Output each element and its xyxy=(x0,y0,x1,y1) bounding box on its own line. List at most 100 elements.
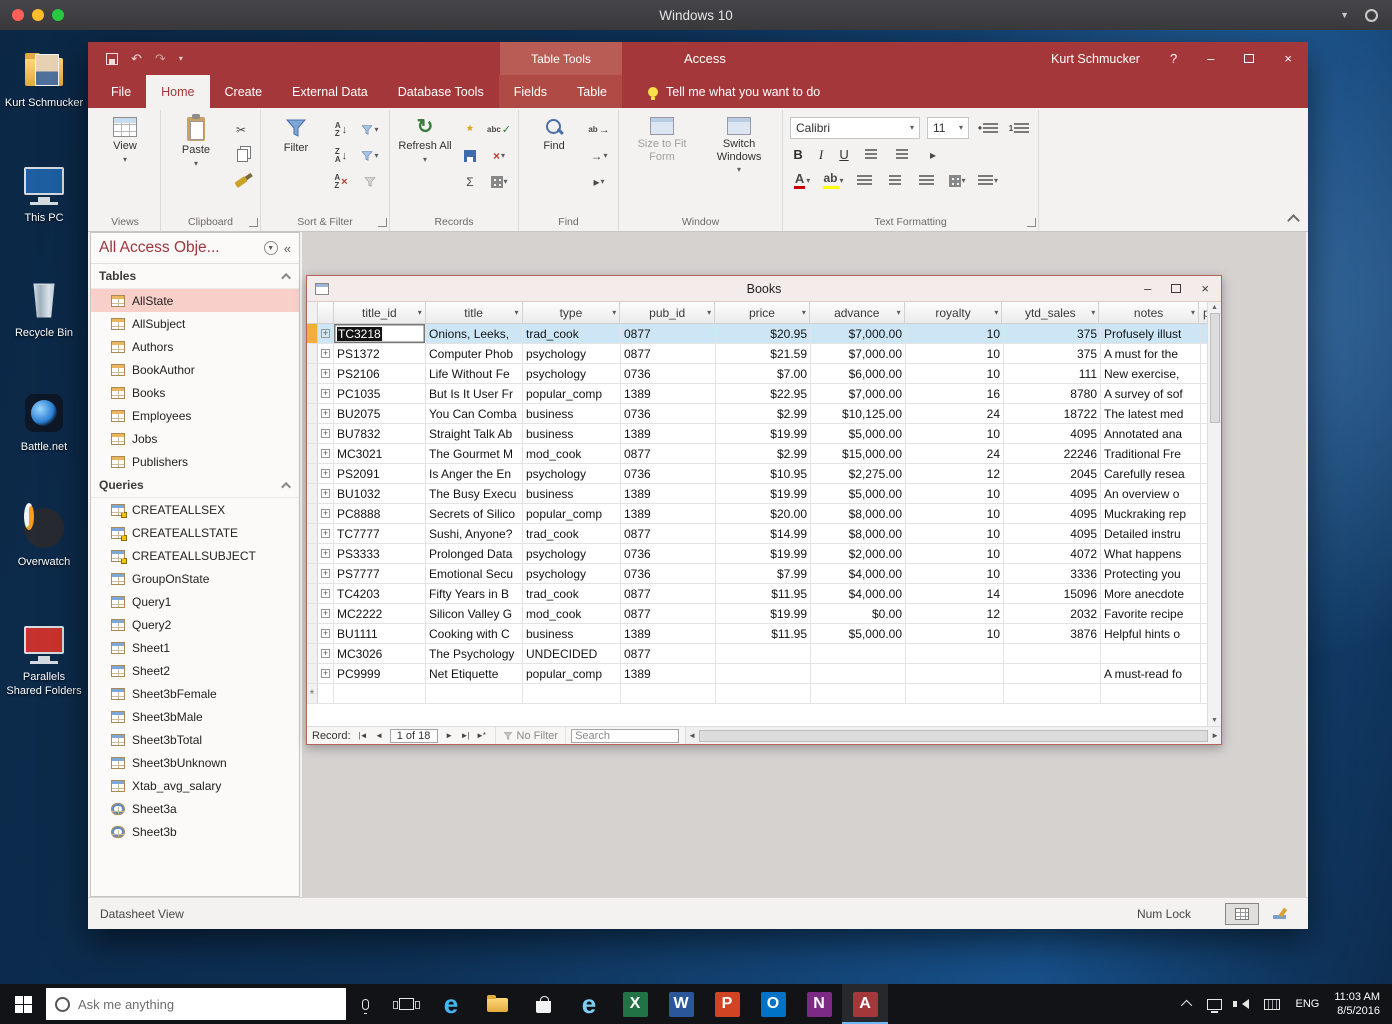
minimize-icon[interactable]: – xyxy=(1144,281,1151,296)
cell-pub-id[interactable]: 0736 xyxy=(621,544,716,563)
column-header-title-id[interactable]: title_id▾ xyxy=(334,302,426,323)
taskbar-app-button[interactable]: X xyxy=(612,984,658,1024)
expand-subdatasheet[interactable]: + xyxy=(318,664,334,683)
cell-title-id[interactable]: PC8888 xyxy=(334,504,426,523)
taskbar-app-button[interactable]: O xyxy=(750,984,796,1024)
cell-ytd-sales[interactable]: 4095 xyxy=(1004,424,1101,443)
cell-title-id[interactable]: TC4203 xyxy=(334,584,426,603)
cell-notes[interactable]: The latest med xyxy=(1101,404,1201,423)
cell-type[interactable]: trad_cook xyxy=(523,584,621,603)
cell-title[interactable]: Is Anger the En xyxy=(426,464,523,483)
font-color-button[interactable]: A▾ xyxy=(790,170,814,191)
expand-subdatasheet[interactable]: + xyxy=(318,364,334,383)
close-icon[interactable]: × xyxy=(1284,52,1292,65)
nav-query-item[interactable]: Sheet1 xyxy=(91,636,299,659)
cell-title[interactable]: The Psychology xyxy=(426,644,523,663)
table-row[interactable]: + PC9999 Net Etiquette popular_comp 1389… xyxy=(307,664,1207,684)
underline-button[interactable]: U xyxy=(836,144,852,165)
nav-query-item[interactable]: GroupOnState xyxy=(91,567,299,590)
goto-button[interactable]: →▾ xyxy=(587,145,611,166)
cell-advance[interactable] xyxy=(811,644,906,663)
record-selector[interactable] xyxy=(307,424,318,443)
nav-query-item[interactable]: Sheet3bTotal xyxy=(91,728,299,751)
record-selector[interactable] xyxy=(307,324,318,343)
hidden-icons-chevron[interactable] xyxy=(1181,1000,1192,1011)
cell-pub-id[interactable]: 0736 xyxy=(621,364,716,383)
cell-title-id[interactable]: BU2075 xyxy=(334,404,426,423)
cell-ytd-sales[interactable]: 4095 xyxy=(1004,524,1101,543)
cell-ytd-sales[interactable]: 18722 xyxy=(1004,404,1101,423)
cell-price[interactable]: $11.95 xyxy=(716,584,811,603)
new-record-button[interactable]: * xyxy=(458,119,482,140)
cell-title-id[interactable]: BU1032 xyxy=(334,484,426,503)
cell-notes[interactable]: More anecdote xyxy=(1101,584,1201,603)
dialog-launcher-icon[interactable] xyxy=(1027,218,1036,227)
cell-type[interactable]: psychology xyxy=(523,344,621,363)
cell-ytd-sales[interactable]: 8780 xyxy=(1004,384,1101,403)
nav-query-item[interactable]: Query1 xyxy=(91,590,299,613)
filter-status-button[interactable]: No Filter xyxy=(495,727,567,744)
cell-type[interactable]: popular_comp xyxy=(523,504,621,523)
nav-query-item[interactable]: Sheet3a xyxy=(91,797,299,820)
cell-pub-id[interactable]: 1389 xyxy=(621,624,716,643)
record-position[interactable]: 1 of 18 xyxy=(390,729,438,743)
cell-notes[interactable]: Detailed instru xyxy=(1101,524,1201,543)
cut-button[interactable]: ✂ xyxy=(229,119,253,140)
cell-royalty[interactable]: 10 xyxy=(906,364,1004,383)
cell-title-id[interactable]: PC9999 xyxy=(334,664,426,683)
maximize-icon[interactable] xyxy=(1171,284,1181,293)
cell-pub-id[interactable]: 0877 xyxy=(621,444,716,463)
books-titlebar[interactable]: Books – × xyxy=(307,276,1221,302)
cell-title-id[interactable]: MC3026 xyxy=(334,644,426,663)
cell-pub-id[interactable]: 0877 xyxy=(621,644,716,663)
cell-price[interactable]: $22.95 xyxy=(716,384,811,403)
taskbar-app-button[interactable]: P xyxy=(704,984,750,1024)
start-button[interactable] xyxy=(0,984,46,1024)
cell-price[interactable] xyxy=(716,644,811,663)
filter-button[interactable]: Filter xyxy=(268,112,324,155)
desktop-icon[interactable]: Kurt Schmucker xyxy=(4,48,84,111)
mac-minimize-button[interactable] xyxy=(32,9,44,21)
highlight-color-button[interactable]: ab▾ xyxy=(821,170,845,191)
cell-advance[interactable]: $8,000.00 xyxy=(811,524,906,543)
nav-query-item[interactable]: Sheet3bFemale xyxy=(91,682,299,705)
cell-type[interactable]: popular_comp xyxy=(523,664,621,683)
record-selector[interactable] xyxy=(307,644,318,663)
ribbon-tab[interactable]: Fields xyxy=(499,75,562,108)
record-selector[interactable] xyxy=(307,444,318,463)
cell-notes[interactable]: A survey of sof xyxy=(1101,384,1201,403)
cell-ytd-sales[interactable]: 3336 xyxy=(1004,564,1101,583)
cell-notes[interactable]: Muckraking rep xyxy=(1101,504,1201,523)
cell-advance[interactable]: $5,000.00 xyxy=(811,624,906,643)
table-row[interactable]: + MC2222 Silicon Valley G mod_cook 0877 … xyxy=(307,604,1207,624)
qat-customize-icon[interactable]: ▾ xyxy=(179,54,183,63)
cell-royalty[interactable]: 12 xyxy=(906,604,1004,623)
cell-royalty[interactable]: 10 xyxy=(906,524,1004,543)
sort-descending-button[interactable]: ZA↓ xyxy=(329,145,353,166)
table-row[interactable]: + PS3333 Prolonged Data psychology 0736 … xyxy=(307,544,1207,564)
nav-query-item[interactable]: CREATEALLSTATE xyxy=(91,521,299,544)
touch-keyboard-icon[interactable] xyxy=(1264,999,1280,1010)
copy-button[interactable] xyxy=(229,145,253,166)
save-record-button[interactable] xyxy=(458,145,482,166)
first-record-button[interactable]: |◄ xyxy=(355,729,371,743)
cell-price[interactable]: $10.95 xyxy=(716,464,811,483)
cell-title-id[interactable]: BU1111 xyxy=(334,624,426,643)
cell-type[interactable]: business xyxy=(523,424,621,443)
dialog-launcher-icon[interactable] xyxy=(249,218,258,227)
column-header-type[interactable]: type▾ xyxy=(523,302,621,323)
gridlines-button[interactable]: ▾ xyxy=(945,170,969,191)
sort-ascending-button[interactable]: AZ↓ xyxy=(329,119,353,140)
cell-title-id[interactable]: MC3021 xyxy=(334,444,426,463)
cell-pub-id[interactable]: 0736 xyxy=(621,464,716,483)
minimize-icon[interactable]: – xyxy=(1207,52,1214,65)
table-row[interactable]: + MC3026 The Psychology UNDECIDED 0877 xyxy=(307,644,1207,664)
cell-notes[interactable]: A must-read fo xyxy=(1101,664,1201,683)
cell-advance[interactable]: $2,275.00 xyxy=(811,464,906,483)
table-row[interactable]: + PS1372 Computer Phob psychology 0877 $… xyxy=(307,344,1207,364)
remove-sort-button[interactable]: AZ× xyxy=(329,171,353,192)
taskbar-app-button[interactable]: e xyxy=(566,984,612,1024)
cell-advance[interactable]: $15,000.00 xyxy=(811,444,906,463)
advanced-filter-button[interactable]: ▾ xyxy=(358,145,382,166)
table-row[interactable]: + PS7777 Emotional Secu psychology 0736 … xyxy=(307,564,1207,584)
